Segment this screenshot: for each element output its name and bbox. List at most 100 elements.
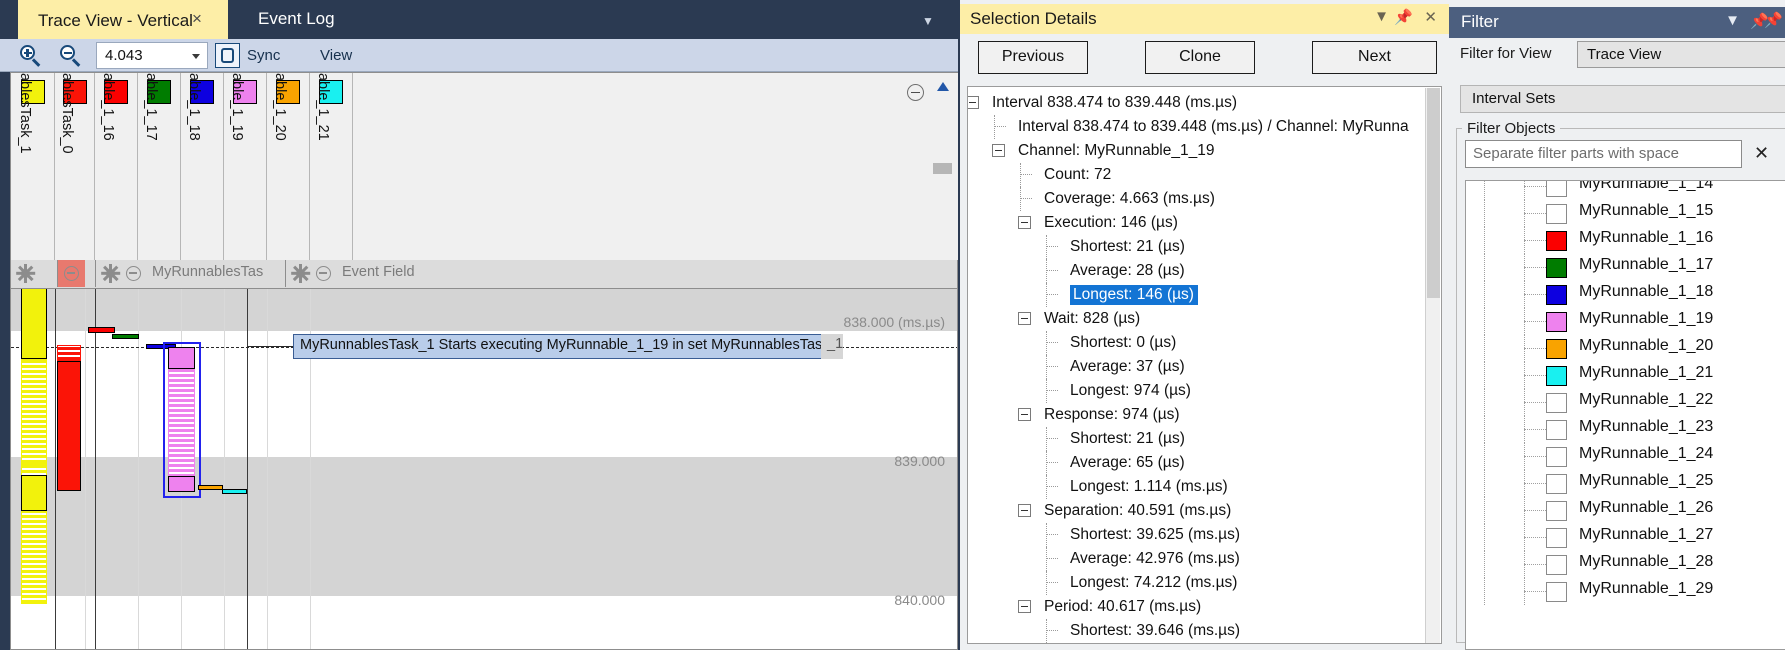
pin-icon-secondary[interactable]: 📌 — [1764, 11, 1783, 29]
next-button[interactable]: Next — [1312, 41, 1437, 74]
trace-canvas[interactable]: 838.000 (ms.µs)839.000840.000MyRunnables… — [10, 289, 958, 650]
channel-column-MyRunnable_1_19[interactable]: MyRunnable_1_19 — [224, 73, 267, 260]
trace-bar-6[interactable] — [88, 327, 115, 333]
trace-bar-4[interactable] — [57, 345, 81, 361]
tree-node[interactable]: Shortest: 0 (µs) — [1064, 331, 1176, 355]
filter-object-checkbox[interactable] — [1546, 393, 1567, 413]
chevron-down-icon[interactable]: ▼ — [1725, 12, 1740, 29]
trace-bar-1[interactable] — [21, 359, 47, 464]
filter-object-checkbox[interactable] — [1546, 555, 1567, 575]
scroll-up-icon[interactable] — [937, 82, 949, 91]
tree-expander-icon[interactable] — [992, 144, 1005, 157]
trace-bar-11[interactable] — [168, 369, 195, 488]
filter-objects-list[interactable]: MyRunnable_1_14MyRunnable_1_15 MyRunnable… — [1465, 180, 1785, 650]
sync-button[interactable]: Sync — [247, 47, 280, 64]
tree-node[interactable]: Count: 72 — [1038, 163, 1111, 187]
filter-object-checkbox[interactable] — [1546, 528, 1567, 548]
tree-node[interactable]: Average: 37 (µs) — [1064, 355, 1185, 379]
trace-bar-10[interactable] — [168, 347, 195, 369]
lane-header-cell-0[interactable] — [11, 260, 55, 287]
filter-object-row[interactable]: MyRunnable_1_25 — [1466, 470, 1785, 497]
filter-object-row[interactable]: MyRunnable_1_17 — [1466, 254, 1785, 281]
selection-details-tree[interactable]: Interval 838.474 to 839.448 (ms.µs)Inter… — [967, 86, 1442, 644]
tree-expander-icon[interactable] — [1018, 600, 1031, 613]
trace-bar-7[interactable] — [112, 334, 139, 339]
scrollbar-thumb[interactable] — [933, 163, 952, 174]
zoom-in-icon[interactable] — [18, 43, 44, 69]
tree-node[interactable]: Interval 838.474 to 839.448 (ms.µs) — [986, 91, 1237, 115]
lane-header-cell-2[interactable]: MyRunnablesTas — [95, 260, 285, 287]
gear-icon[interactable] — [17, 265, 34, 282]
filter-object-checkbox[interactable] — [1546, 447, 1567, 467]
chevron-down-icon[interactable]: ▼ — [922, 14, 934, 28]
filter-object-checkbox[interactable] — [1546, 501, 1567, 521]
channel-column-MyRunnable_1_17[interactable]: MyRunnable_1_17 — [138, 73, 181, 260]
gear-icon[interactable] — [102, 265, 119, 282]
filter-object-checkbox[interactable] — [1546, 204, 1567, 224]
lane-header-cell-1[interactable] — [57, 260, 85, 287]
tree-node[interactable]: Wait: 828 (µs) — [1038, 307, 1140, 331]
channel-column-MyRunnablesTask_1[interactable]: MyRunnablesTask_1 — [11, 73, 55, 260]
tree-expander-icon[interactable] — [967, 96, 979, 109]
filter-object-row[interactable]: MyRunnable_1_19 — [1466, 308, 1785, 335]
channel-column-MyRunnable_1_18[interactable]: MyRunnable_1_18 — [181, 73, 224, 260]
filter-object-row[interactable]: MyRunnable_1_20 — [1466, 335, 1785, 362]
tree-node[interactable]: Longest: 974 (µs) — [1064, 379, 1191, 403]
tree-node[interactable]: Coverage: 4.663 (ms.µs) — [1038, 187, 1215, 211]
filter-for-view-combo[interactable]: Trace View — [1577, 41, 1785, 68]
close-icon[interactable]: × — [192, 9, 202, 29]
filter-object-checkbox[interactable] — [1546, 339, 1567, 359]
filter-object-row[interactable]: MyRunnable_1_15 — [1466, 200, 1785, 227]
minus-circle-icon[interactable] — [316, 266, 331, 281]
tree-scrollbar[interactable] — [1425, 88, 1440, 644]
filter-object-checkbox[interactable] — [1546, 312, 1567, 332]
tab-trace-view-vertical[interactable]: Trace View - Vertical × — [18, 0, 228, 39]
channel-column-MyRunnable_1_16[interactable]: MyRunnable_1_16 — [95, 73, 138, 260]
previous-button[interactable]: Previous — [978, 41, 1088, 74]
tree-node[interactable]: Longest: 74.212 (ms.µs) — [1064, 571, 1237, 595]
lane-header-cell-3[interactable]: Event Field — [285, 260, 957, 287]
interval-sets-section[interactable]: Interval Sets — [1460, 85, 1785, 113]
filter-object-row[interactable]: MyRunnable_1_29 — [1466, 578, 1785, 605]
filter-object-row[interactable]: MyRunnable_1_27 — [1466, 524, 1785, 551]
channel-column-MyRunnablesTask_0[interactable]: MyRunnablesTask_0 — [55, 73, 95, 260]
filter-object-row[interactable]: MyRunnable_1_28 — [1466, 551, 1785, 578]
trace-bar-13[interactable] — [198, 485, 223, 490]
trace-bar-3[interactable] — [21, 475, 47, 511]
view-menu-button[interactable]: View — [320, 47, 352, 64]
filter-object-row[interactable]: MyRunnable_1_14 — [1466, 180, 1785, 200]
filter-object-checkbox[interactable] — [1546, 474, 1567, 494]
tree-node[interactable]: Shortest: 39.646 (ms.µs) — [1064, 619, 1240, 643]
trace-bar-0[interactable] — [21, 289, 47, 359]
clone-button[interactable]: Clone — [1145, 41, 1255, 74]
trace-bar-12[interactable] — [168, 476, 195, 492]
tree-node[interactable]: Shortest: 21 (µs) — [1064, 235, 1185, 259]
tree-node[interactable]: Execution: 146 (µs) — [1038, 211, 1178, 235]
zoom-out-icon[interactable] — [58, 43, 84, 69]
sync-toggle-icon[interactable] — [215, 43, 240, 68]
filter-object-checkbox[interactable] — [1546, 366, 1567, 386]
minus-circle-icon[interactable] — [126, 266, 141, 281]
tab-event-log[interactable]: Event Log — [258, 9, 335, 29]
tree-expander-icon[interactable] — [1018, 408, 1031, 421]
minus-circle-icon[interactable] — [64, 266, 79, 281]
tree-node[interactable]: Longest: 146 (µs) — [1064, 283, 1198, 307]
filter-object-checkbox[interactable] — [1546, 582, 1567, 602]
tree-expander-icon[interactable] — [1018, 312, 1031, 325]
tree-expander-icon[interactable] — [1018, 504, 1031, 517]
chevron-down-icon[interactable]: ▼ — [1374, 8, 1389, 25]
filter-search-input[interactable]: Separate filter parts with space — [1465, 140, 1742, 168]
tree-node[interactable]: Shortest: 39.625 (ms.µs) — [1064, 523, 1240, 547]
tree-node[interactable]: Longest: 1.114 (ms.µs) — [1064, 475, 1228, 499]
filter-object-row[interactable]: MyRunnable_1_23 — [1466, 416, 1785, 443]
filter-object-checkbox[interactable] — [1546, 420, 1567, 440]
filter-object-row[interactable]: MyRunnable_1_24 — [1466, 443, 1785, 470]
filter-object-row[interactable]: MyRunnable_1_21 — [1466, 362, 1785, 389]
tree-node[interactable]: Separation: 40.591 (ms.µs) — [1038, 499, 1231, 523]
scrollbar-thumb[interactable] — [1427, 88, 1440, 298]
pin-icon[interactable]: 📌 — [1394, 8, 1413, 26]
tree-node[interactable]: Average: 65 (µs) — [1064, 451, 1185, 475]
filter-object-checkbox[interactable] — [1546, 285, 1567, 305]
trace-bar-14[interactable] — [222, 489, 247, 494]
close-icon[interactable]: ✕ — [1754, 143, 1769, 164]
